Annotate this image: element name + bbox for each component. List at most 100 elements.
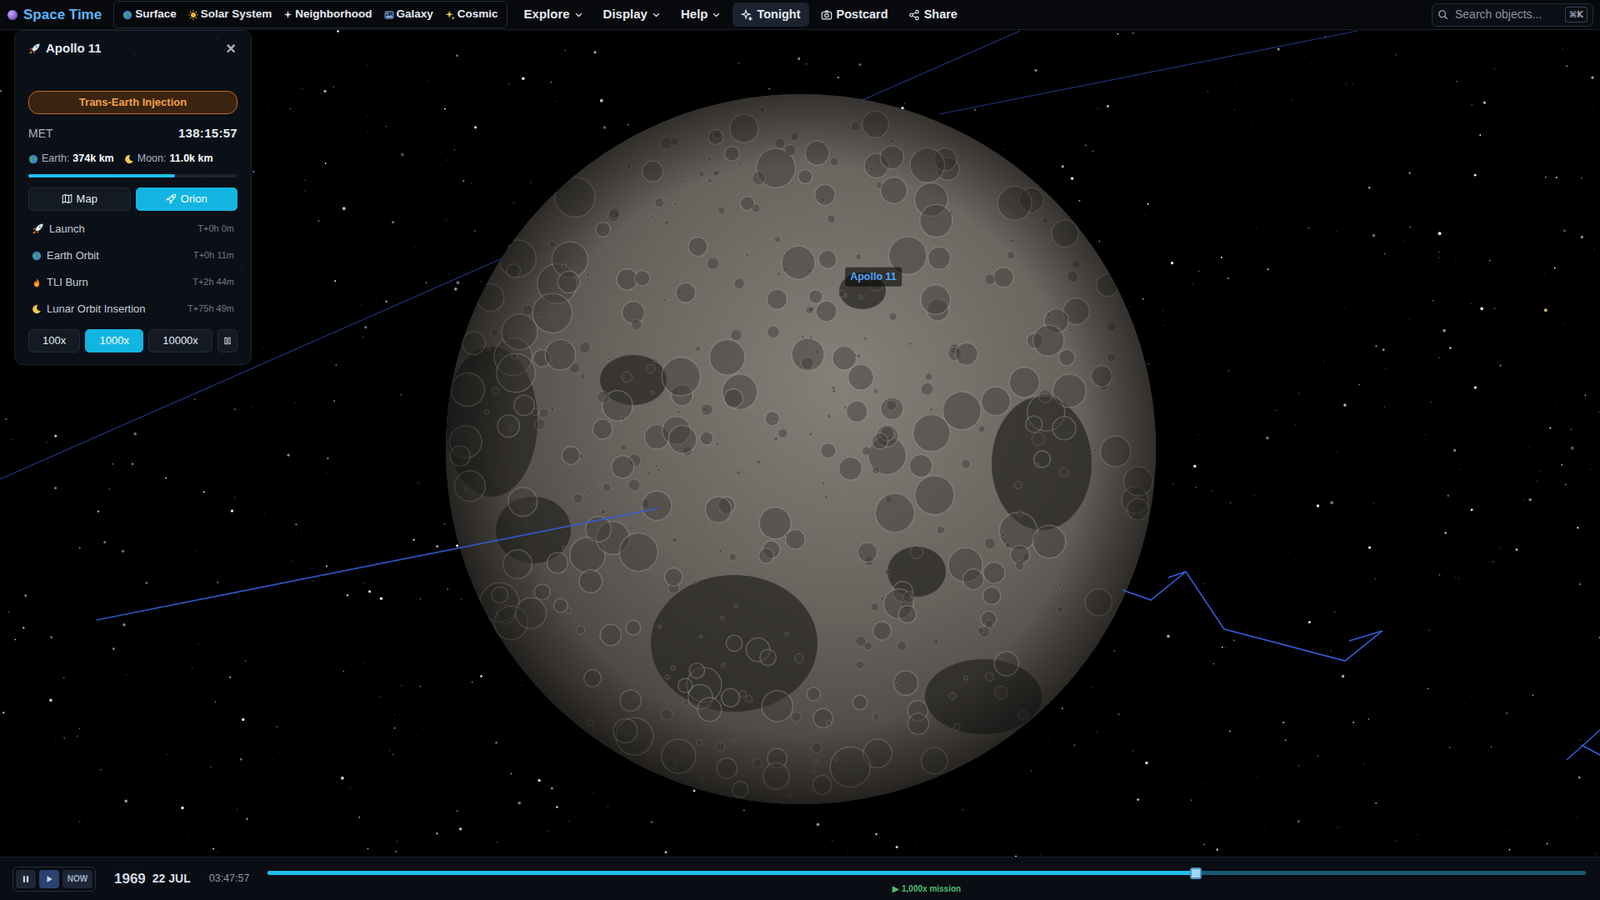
rocket-icon (28, 42, 41, 55)
event-item[interactable]: Earth Orbit T+0h 11m (28, 242, 238, 270)
met-value: 138:15:57 (178, 124, 238, 144)
clock: 03:47:57 (209, 870, 250, 887)
date: 22 JUL (152, 870, 191, 888)
view-tabs: Surface Solar System Neighborhood Galaxy Cos… (113, 0, 507, 28)
pause-button[interactable] (15, 870, 36, 889)
galaxy-icon (384, 10, 395, 20)
menu-button[interactable]: Explore (515, 1, 592, 28)
view-button-label: Orion (180, 190, 208, 208)
event-time: T+2h 44m (192, 275, 235, 290)
timeline: ▶ 1,000x mission (267, 862, 1586, 895)
view-button[interactable]: Orion (135, 187, 239, 211)
event-time: T+0h 0m (197, 221, 235, 236)
view-button-label: Map (76, 190, 98, 208)
speed-button[interactable]: 1000x (85, 329, 144, 353)
moon-icon (31, 304, 42, 315)
event-item[interactable]: TLI BurnT+2h 44m (28, 269, 238, 296)
rocket-icon (165, 193, 177, 205)
play-icon (45, 875, 54, 884)
sparkle-icon (740, 9, 753, 21)
timeline-track[interactable] (267, 870, 1586, 875)
speed-controls: 100x1000x10000x (28, 329, 238, 353)
event-label: Launch (49, 220, 85, 238)
event-label: Lunar Orbit Insertion (46, 300, 146, 318)
mission-panel: Apollo 11 × Trans-Earth Injection MET 138:15… (14, 30, 252, 365)
view-tab-label: Galaxy (396, 5, 434, 23)
panel-header: Apollo 11 × (28, 37, 238, 60)
action-label: Postcard (836, 5, 889, 25)
action-button[interactable]: Tonight (732, 2, 809, 28)
event-item[interactable]: Launch T+0h 0m (28, 215, 238, 243)
spacecraft-label[interactable]: Apollo 11 (845, 267, 902, 287)
search-icon (1437, 9, 1449, 20)
action-button[interactable]: Postcard (812, 2, 897, 28)
event-label: Earth Orbit (46, 247, 100, 265)
met-row: MET 138:15:57 (28, 124, 238, 145)
search-box: ⌘K (1431, 3, 1594, 27)
sparkle-icon (445, 10, 455, 20)
action-label: Tonight (756, 5, 800, 25)
distance-value: 11.0k km (169, 150, 213, 167)
speed-button[interactable]: 100x (28, 329, 80, 353)
earth-icon (28, 154, 39, 165)
menu-button[interactable]: Help (672, 1, 730, 28)
chevron-icon (711, 10, 721, 20)
event-list: Launch T+0h 0m Earth Orbit T+0h 11m TLI Burn… (28, 215, 238, 323)
view-tab[interactable]: Galaxy (379, 3, 439, 25)
camera-icon (820, 9, 833, 21)
star-icon (283, 10, 293, 20)
view-button[interactable]: Map (28, 187, 131, 211)
app-logo-icon (6, 9, 19, 21)
year: 1969 (114, 868, 146, 890)
menu-label: Display (603, 5, 648, 25)
timeline-thumb[interactable] (1190, 867, 1202, 880)
close-button[interactable]: × (224, 40, 238, 57)
app-logo[interactable]: Space Time (6, 4, 102, 26)
flame-icon (31, 277, 42, 288)
view-tab-label: Surface (135, 5, 177, 23)
playback-controls: NOW (12, 866, 96, 892)
phase-badge: Trans-Earth Injection (28, 90, 238, 115)
distance-label: Earth: (41, 150, 70, 167)
timeline-caption: ▶ 1,000x mission (267, 882, 1586, 895)
app-title: Space Time (23, 4, 102, 26)
view-toggle: Map Orion (28, 187, 238, 211)
distance-label: Moon: (137, 150, 167, 167)
top-nav: Space Time Surface Solar System Neighborhoo… (0, 0, 1600, 30)
scene-view[interactable]: Apollo 11 Apollo 11 × Trans-Earth Injection… (0, 30, 1600, 857)
pause-icon (223, 335, 232, 346)
speed-button[interactable]: 10000x (148, 329, 213, 353)
now-button[interactable]: NOW (62, 870, 93, 889)
chevron-icon (651, 10, 661, 20)
event-item[interactable]: Lunar Orbit Insertion T+75h 49m (28, 295, 238, 323)
view-tab-label: Solar System (200, 5, 273, 23)
search-input[interactable] (1453, 5, 1560, 25)
chevron-icon (574, 10, 584, 20)
play-button[interactable] (39, 870, 60, 889)
event-time: T+75h 49m (187, 301, 235, 316)
share-icon (908, 9, 920, 21)
view-tab-label: Neighborhood (295, 5, 372, 23)
timeline-fill (267, 870, 1195, 875)
distance-value: 374k km (72, 150, 114, 167)
view-tab-label: Cosmic (457, 5, 499, 23)
time-bar: NOW 1969 22 JUL 03:47:57 ▶ 1,000x mission (0, 856, 1600, 900)
action-button[interactable]: Share (900, 2, 966, 28)
pause-button[interactable] (217, 329, 238, 353)
menu-button[interactable]: Display (595, 1, 670, 28)
sun-icon (188, 10, 199, 20)
control-label: NOW (67, 872, 88, 885)
met-label: MET (28, 125, 54, 143)
moon[interactable] (445, 94, 1156, 805)
view-tab[interactable]: Surface (117, 3, 182, 25)
view-tab[interactable]: Cosmic (440, 3, 504, 25)
distance-row: Earth:374k km Moon:11.0k km (28, 150, 238, 168)
rocket-icon (31, 222, 45, 235)
mission-title: Apollo 11 (45, 39, 102, 59)
mission-progress-fill (28, 174, 175, 178)
map-icon (61, 193, 73, 205)
event-time: T+0h 11m (193, 248, 235, 263)
view-tab[interactable]: Solar System (183, 3, 278, 25)
view-tab[interactable]: Neighborhood (278, 3, 377, 25)
earth-icon (31, 250, 42, 261)
